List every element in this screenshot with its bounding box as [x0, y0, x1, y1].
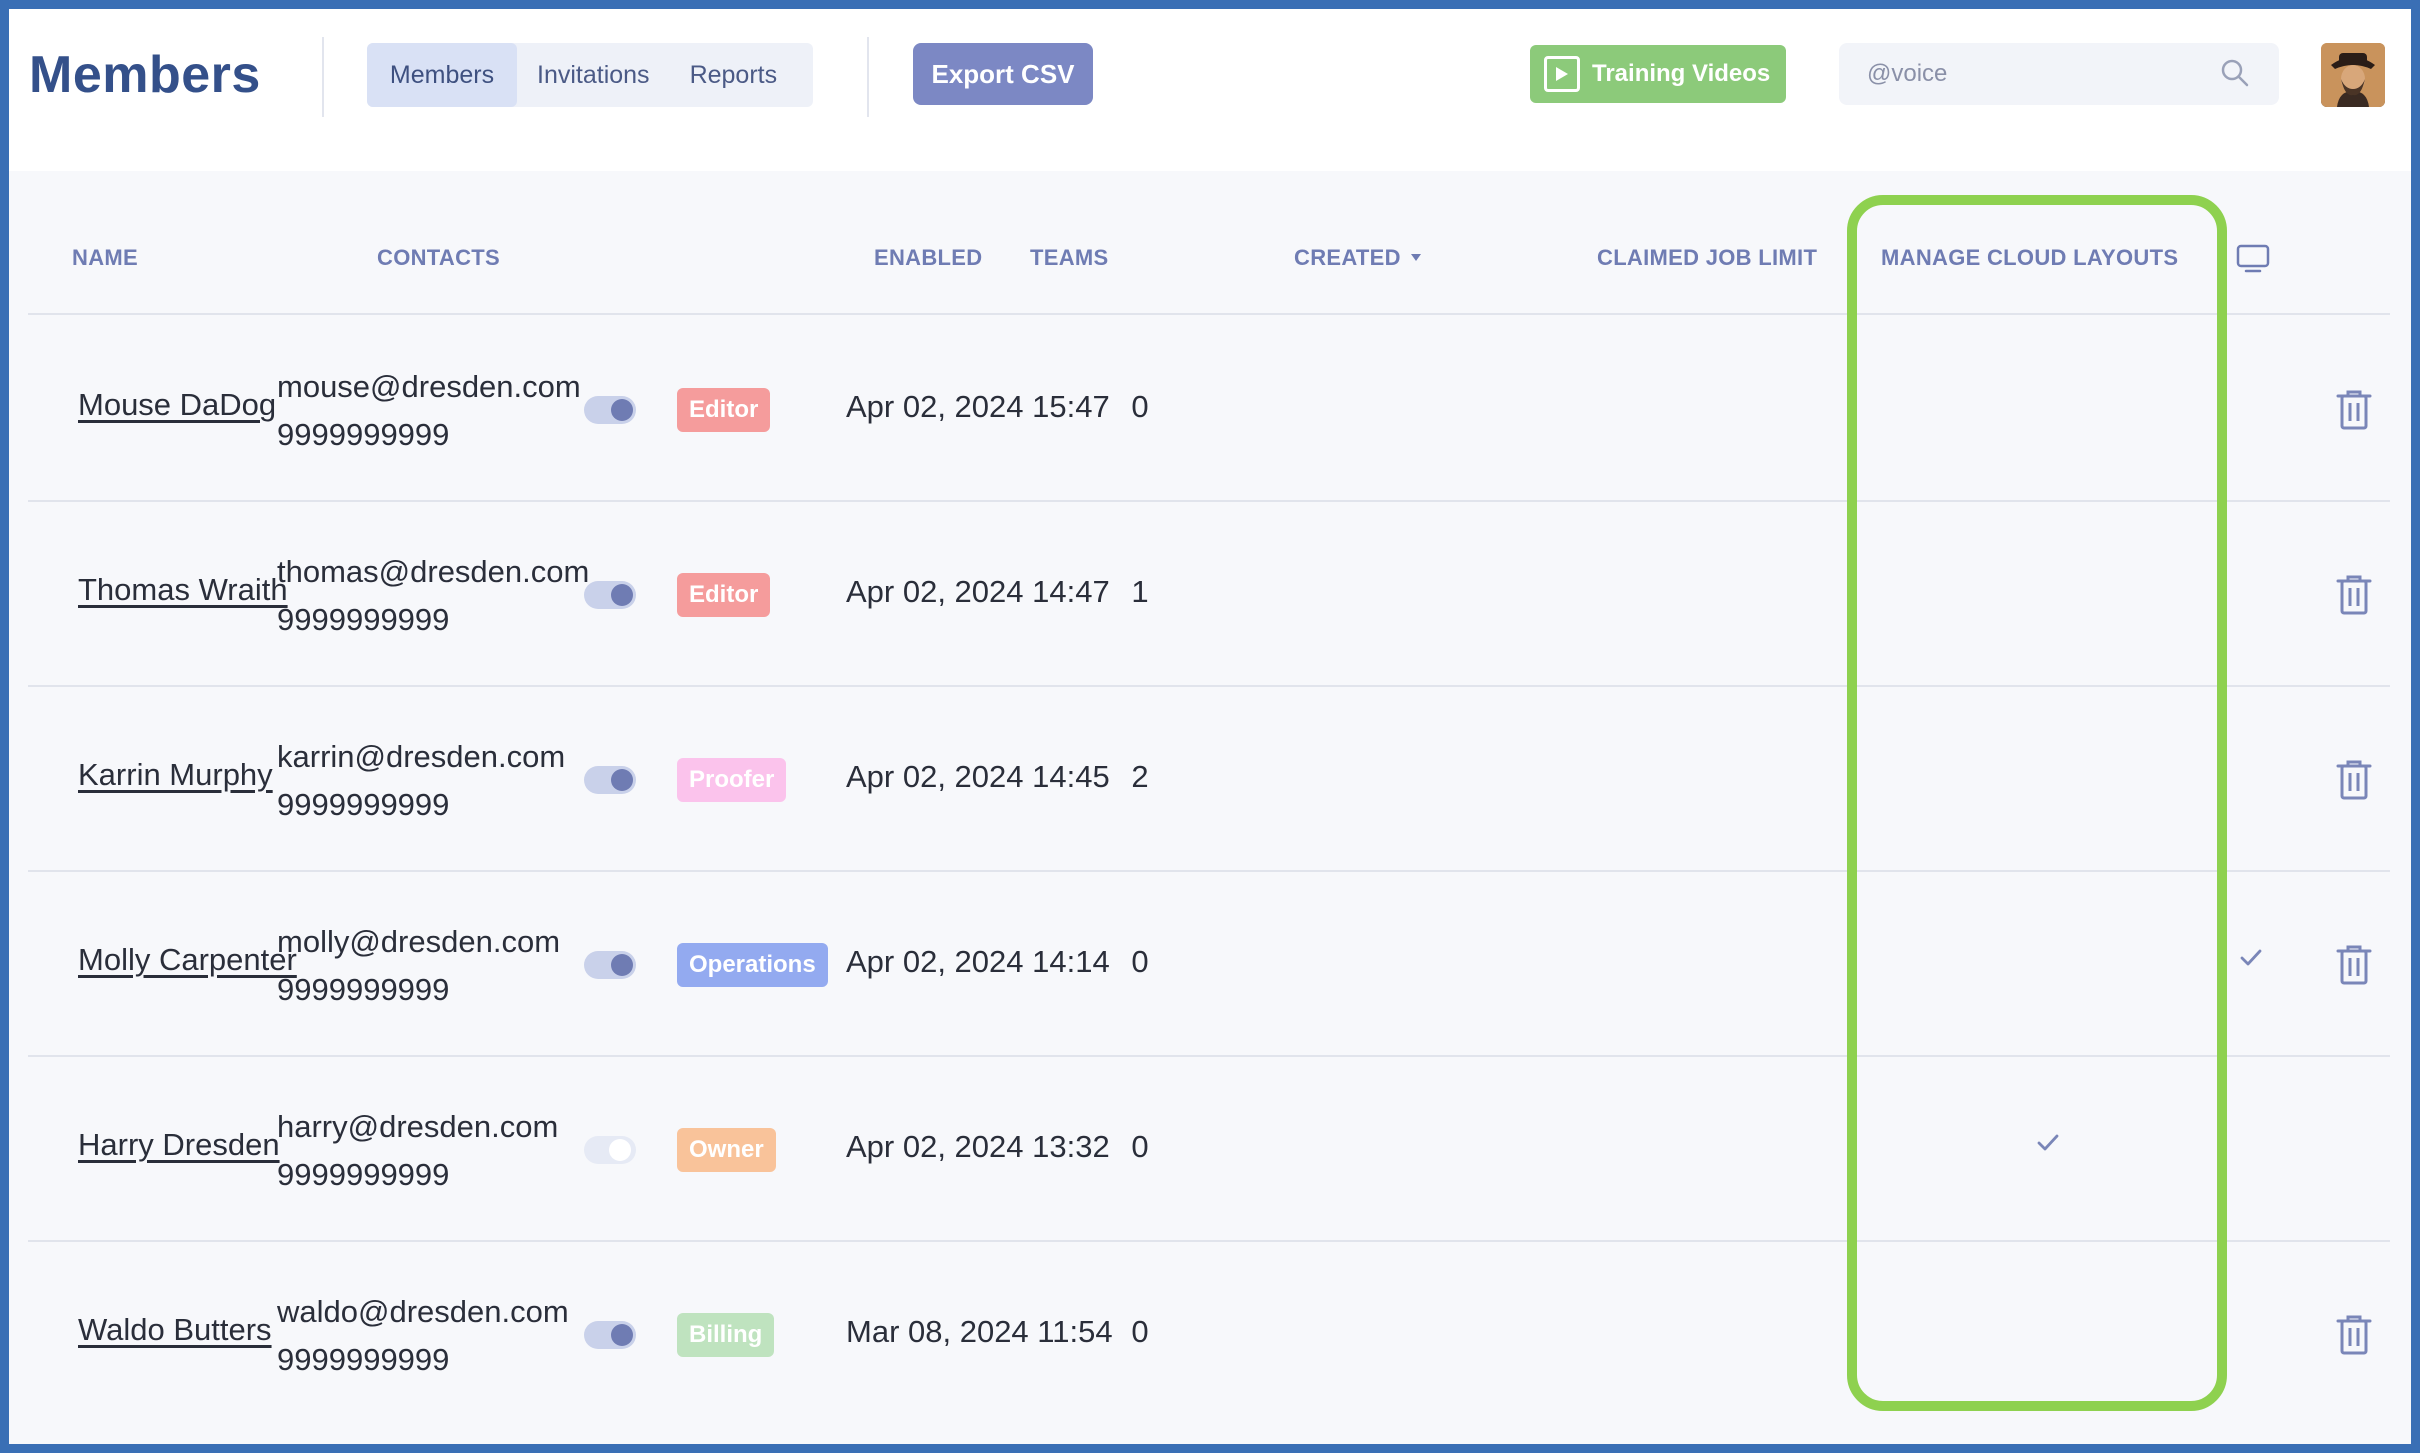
table-row: Harry Dresden harry@dresden.com 9999999999…	[28, 1057, 2390, 1242]
claimed-job-limit: 0	[1131, 944, 1149, 979]
column-header-contacts: CONTACTS	[377, 245, 500, 270]
member-name-link[interactable]: Karrin Murphy	[78, 757, 273, 793]
member-name-link[interactable]: Thomas Wraith	[78, 572, 288, 608]
training-videos-label: Training Videos	[1592, 60, 1771, 87]
export-csv-button[interactable]: Export CSV	[913, 43, 1093, 105]
training-videos-button[interactable]: Training Videos	[1530, 45, 1786, 103]
column-header-teams: TEAMS	[1030, 245, 1109, 270]
claimed-job-limit: 2	[1131, 759, 1149, 794]
trash-icon[interactable]	[2335, 1314, 2373, 1361]
team-badge: Editor	[677, 573, 771, 617]
trash-icon[interactable]	[2335, 574, 2373, 621]
enabled-toggle[interactable]	[584, 1321, 636, 1349]
trash-icon[interactable]	[2335, 389, 2373, 436]
member-email: molly@dresden.com	[277, 924, 561, 959]
member-phone: 9999999999	[277, 1342, 450, 1377]
tab-bar: Members Invitations Reports	[367, 43, 813, 107]
claimed-job-limit: 0	[1131, 389, 1149, 424]
member-email: thomas@dresden.com	[277, 554, 590, 589]
enabled-toggle[interactable]	[584, 581, 636, 609]
trash-icon[interactable]	[2335, 759, 2373, 806]
team-badge: Owner	[677, 1128, 776, 1172]
search-input[interactable]	[1867, 60, 2207, 88]
sort-down-icon	[1410, 254, 1421, 261]
trash-icon[interactable]	[2335, 944, 2373, 991]
created-date: Apr 02, 2024 13:32	[846, 1129, 1110, 1164]
table-row: Karrin Murphy karrin@dresden.com 999999999…	[28, 687, 2390, 872]
team-badge: Operations	[677, 943, 828, 987]
tab-reports[interactable]: Reports	[670, 43, 798, 107]
enabled-toggle[interactable]	[584, 951, 636, 979]
column-header-name[interactable]: NAME	[72, 245, 138, 271]
tab-members[interactable]: Members	[367, 43, 517, 107]
column-header-enabled: ENABLED	[874, 245, 983, 270]
member-name-link[interactable]: Waldo Butters	[78, 1312, 272, 1348]
tab-invitations[interactable]: Invitations	[517, 43, 670, 107]
table-row: Thomas Wraith thomas@dresden.com 999999999…	[28, 502, 2390, 687]
header: Members Members Invitations Reports Expo…	[9, 9, 2411, 171]
avatar[interactable]	[2321, 43, 2385, 107]
table-row: Waldo Butters waldo@dresden.com 9999999999…	[28, 1242, 2390, 1427]
team-badge: Editor	[677, 388, 771, 432]
table-row: Molly Carpenter molly@dresden.com 99999999…	[28, 872, 2390, 1057]
enabled-toggle[interactable]	[584, 396, 636, 424]
toggle-knob	[611, 1324, 633, 1346]
member-phone: 9999999999	[277, 417, 450, 452]
member-phone: 9999999999	[277, 1157, 450, 1192]
column-header-claimed-job-limit: CLAIMED JOB LIMIT	[1597, 245, 1818, 270]
table-row: Mouse DaDog mouse@dresden.com 9999999999 Ed…	[28, 317, 2390, 502]
claimed-job-limit: 0	[1131, 1314, 1149, 1349]
app-frame: Members Members Invitations Reports Expo…	[0, 0, 2420, 1453]
member-name-link[interactable]: Mouse DaDog	[78, 387, 276, 423]
member-email: waldo@dresden.com	[277, 1294, 569, 1329]
toggle-knob	[611, 769, 633, 791]
search-icon[interactable]	[2219, 57, 2251, 94]
member-name-link[interactable]: Harry Dresden	[78, 1127, 280, 1163]
member-email: mouse@dresden.com	[277, 369, 581, 404]
created-date: Apr 02, 2024 14:14	[846, 944, 1110, 979]
member-email: harry@dresden.com	[277, 1109, 559, 1144]
member-name-link[interactable]: Molly Carpenter	[78, 942, 297, 978]
search-box	[1839, 43, 2279, 105]
team-badge: Billing	[677, 1313, 775, 1357]
toggle-knob	[611, 399, 633, 421]
check-icon	[2239, 948, 2263, 973]
toggle-knob	[611, 584, 633, 606]
column-header-manage-cloud-layouts: MANAGE CLOUD LAYOUTS	[1881, 245, 2179, 270]
created-date: Apr 02, 2024 14:45	[846, 759, 1110, 794]
check-icon	[2036, 1133, 2060, 1158]
member-phone: 9999999999	[277, 787, 450, 822]
monitor-icon	[2236, 243, 2270, 280]
column-header-created-label: CREATED	[1294, 245, 1401, 270]
claimed-job-limit: 0	[1131, 1129, 1149, 1164]
enabled-toggle[interactable]	[584, 1136, 636, 1164]
header-divider	[867, 37, 869, 117]
team-badge: Proofer	[677, 758, 787, 802]
member-email: karrin@dresden.com	[277, 739, 566, 774]
members-table: NAME CONTACTS ENABLED TEAMS CREATED CLAI…	[9, 171, 2411, 1444]
created-date: Mar 08, 2024 11:54	[846, 1314, 1113, 1349]
header-divider-line	[28, 313, 2390, 315]
member-phone: 9999999999	[277, 972, 450, 1007]
created-date: Apr 02, 2024 15:47	[846, 389, 1110, 424]
enabled-toggle[interactable]	[584, 766, 636, 794]
claimed-job-limit: 1	[1131, 574, 1149, 609]
page-title: Members	[29, 46, 261, 104]
toggle-knob	[609, 1139, 631, 1161]
member-phone: 9999999999	[277, 602, 450, 637]
column-header-created[interactable]: CREATED	[1294, 245, 1421, 271]
header-divider	[322, 37, 324, 117]
play-icon	[1544, 56, 1580, 92]
toggle-knob	[611, 954, 633, 976]
created-date: Apr 02, 2024 14:47	[846, 574, 1110, 609]
